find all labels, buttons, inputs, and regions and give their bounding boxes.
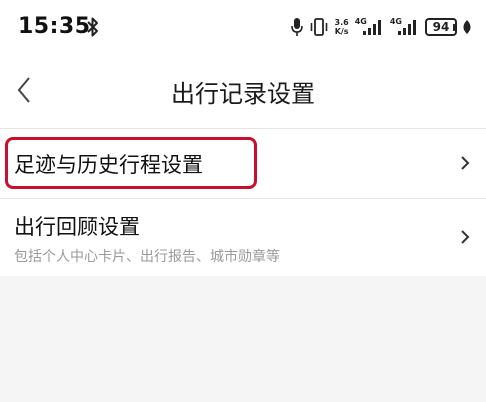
header: 出行记录设置 bbox=[0, 60, 486, 118]
status-icons: 3.6 K/s 4G 4G 94 bbox=[290, 14, 472, 40]
battery-level: 94 bbox=[432, 20, 450, 34]
mic-icon bbox=[290, 18, 303, 36]
battery-icon: 94 bbox=[425, 18, 457, 36]
settings-list: 足迹与历史行程设置 出行回顾设置 包括个人中心卡片、出行报告、城市勋章等 bbox=[0, 128, 486, 276]
settings-item-travel-review[interactable]: 出行回顾设置 包括个人中心卡片、出行报告、城市勋章等 bbox=[0, 198, 486, 276]
status-time: 15:35 bbox=[18, 14, 91, 39]
net-speed: 3.6 K/s bbox=[335, 18, 349, 36]
settings-item-footprint-history[interactable]: 足迹与历史行程设置 bbox=[0, 128, 486, 198]
settings-item-title: 出行回顾设置 bbox=[14, 215, 140, 239]
leaf-icon bbox=[463, 20, 471, 34]
settings-item-title: 足迹与历史行程设置 bbox=[14, 153, 203, 177]
bluetooth-icon bbox=[87, 17, 98, 37]
status-bar: 15:35 3.6 K/s 4G 4G 94 bbox=[0, 0, 486, 56]
signal-label-1: 4G bbox=[354, 17, 367, 26]
signal-group-1: 4G bbox=[354, 17, 384, 36]
settings-item-subtitle: 包括个人中心卡片、出行报告、城市勋章等 bbox=[14, 249, 280, 265]
net-speed-value: 3.6 bbox=[334, 18, 349, 27]
net-speed-unit: K/s bbox=[334, 27, 349, 36]
page-title: 出行记录设置 bbox=[171, 80, 315, 108]
chevron-right-icon bbox=[461, 156, 470, 170]
battery-group: 94 bbox=[425, 18, 457, 36]
signal-group-2: 4G bbox=[389, 17, 419, 36]
signal-label-2: 4G bbox=[389, 17, 402, 26]
chevron-right-icon bbox=[461, 230, 470, 244]
top-area: 15:35 3.6 K/s 4G 4G 94 出行记录设置 bbox=[0, 0, 486, 128]
vibrate-icon bbox=[310, 18, 327, 36]
